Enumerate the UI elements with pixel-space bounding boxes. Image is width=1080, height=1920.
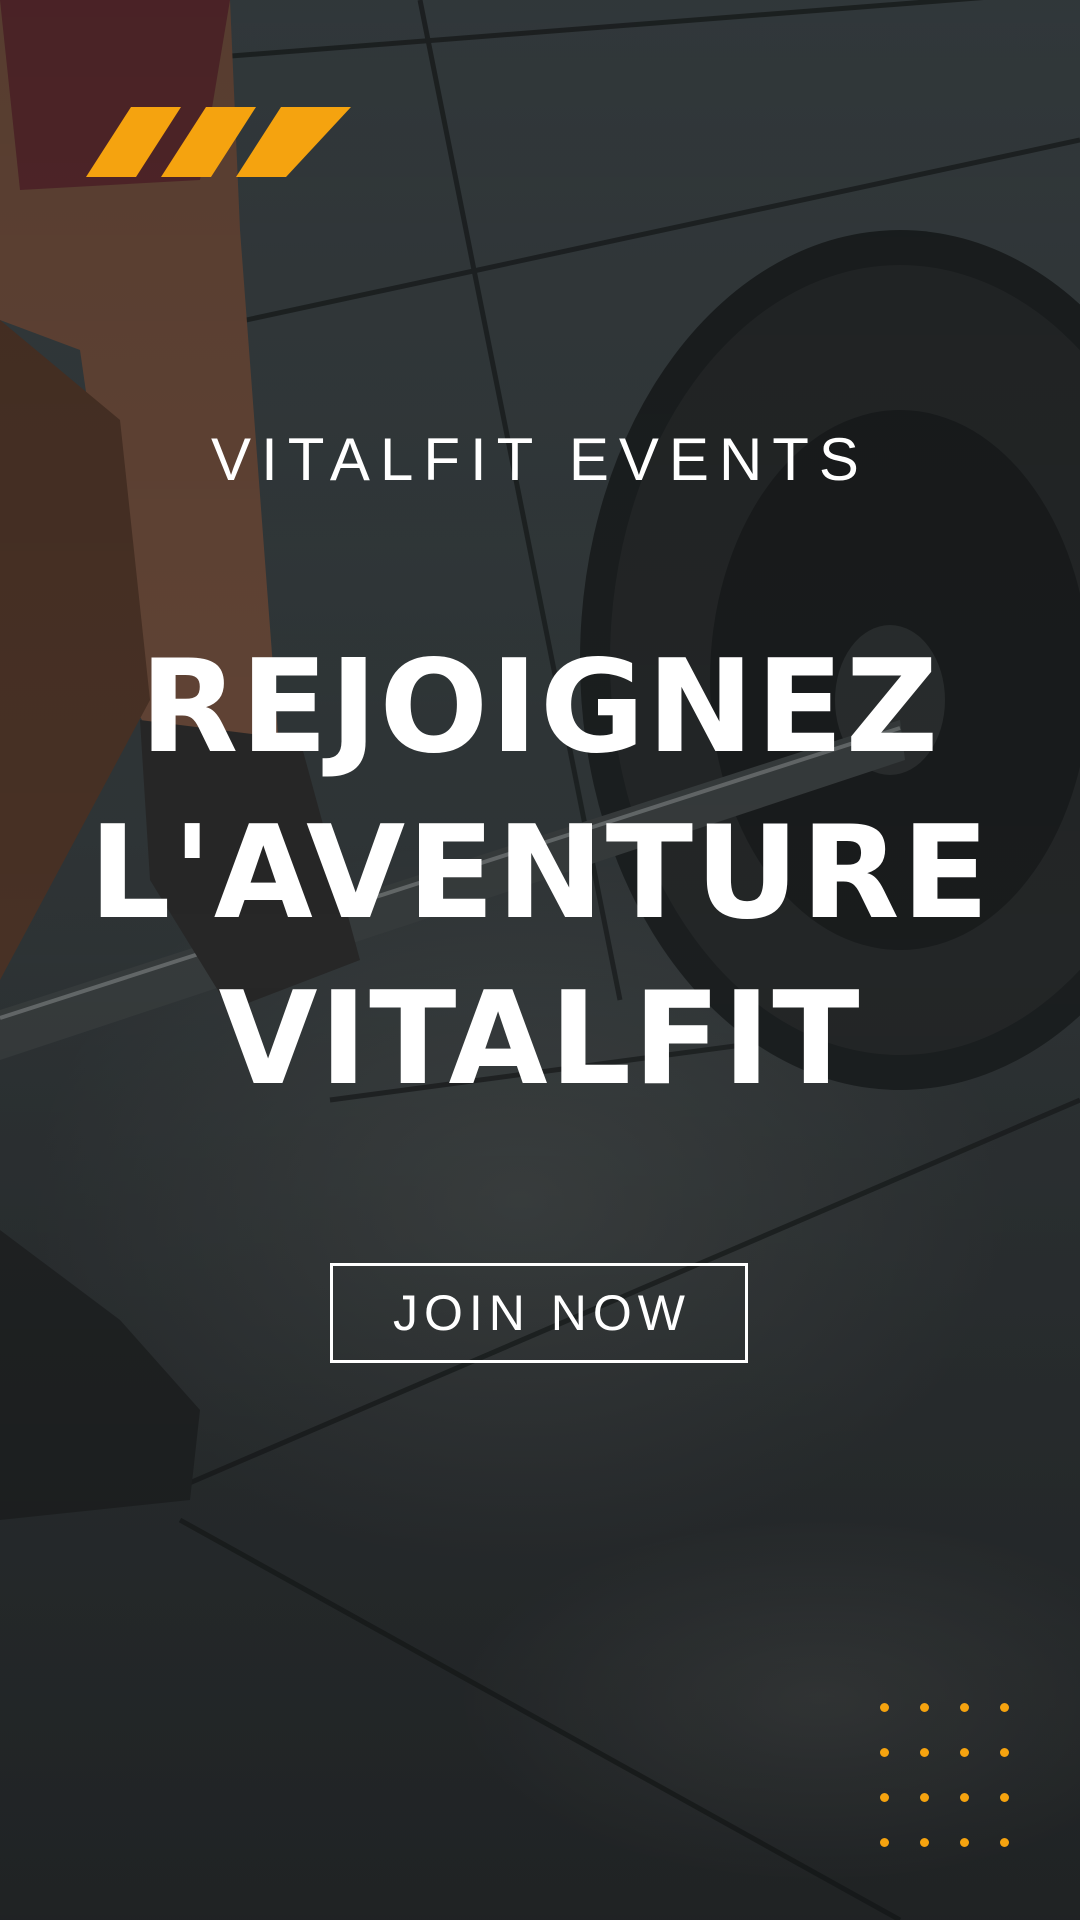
join-now-button[interactable]: JOIN NOW xyxy=(330,1263,748,1363)
story-canvas: VITALFIT EVENTS REJOIGNEZ L'AVENTURE VIT… xyxy=(0,0,1080,1920)
headline-line-2: L'AVENTURE xyxy=(89,799,991,948)
brand-title: VITALFIT EVENTS xyxy=(211,426,869,493)
headline-line-1: REJOIGNEZ xyxy=(139,633,941,782)
diagonal-stripes-icon xyxy=(86,107,351,177)
headline-line-3: VITALFIT xyxy=(218,965,862,1114)
hero-headline: REJOIGNEZ L'AVENTURE VITALFIT xyxy=(0,625,1080,1123)
dot-grid-icon xyxy=(880,1703,1010,1853)
